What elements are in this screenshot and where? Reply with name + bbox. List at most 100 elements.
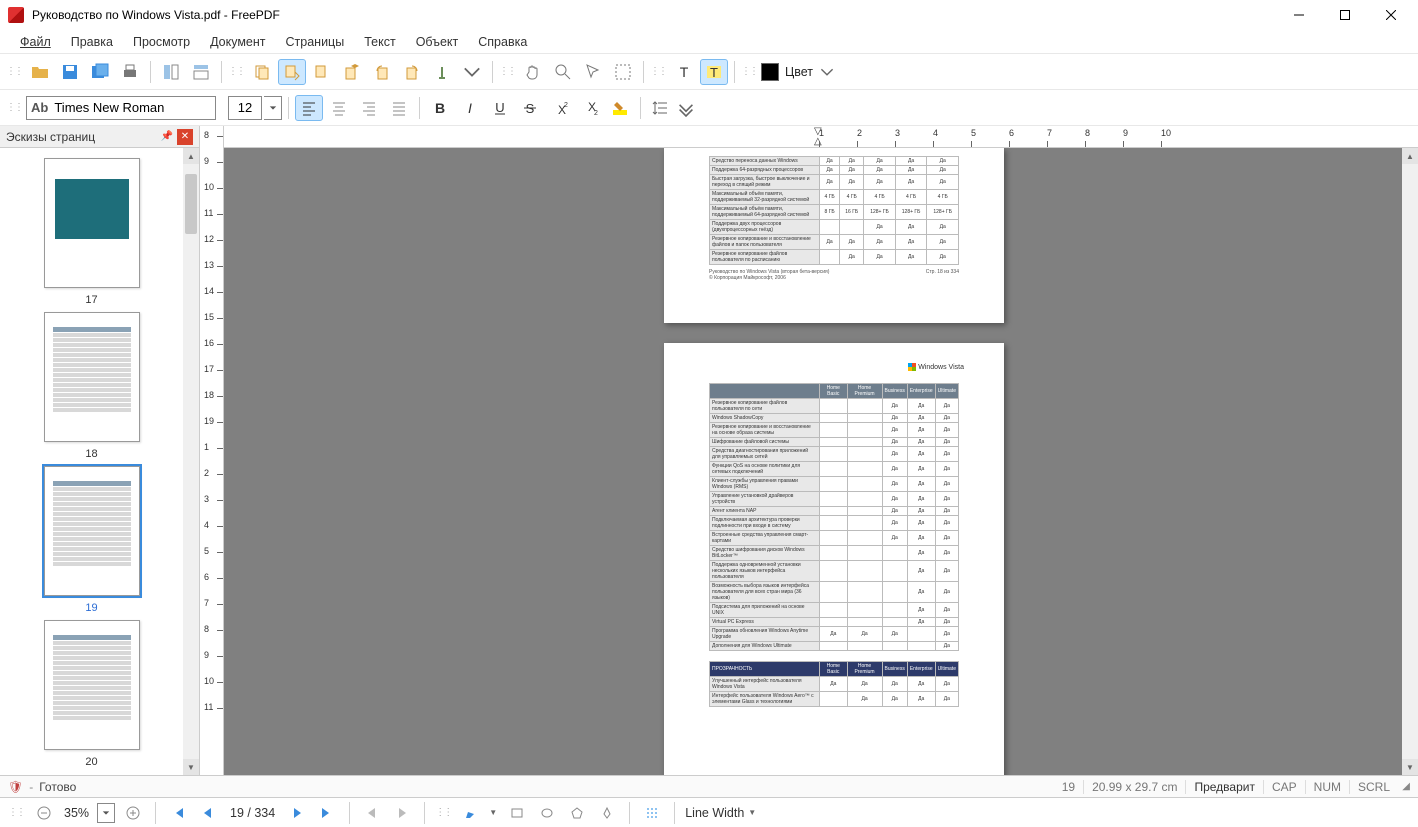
close-panel-button[interactable]: ✕ — [177, 129, 193, 145]
menu-text[interactable]: Текст — [354, 32, 405, 52]
scroll-down-icon[interactable]: ▼ — [183, 759, 199, 775]
nav-back-button[interactable] — [360, 801, 384, 825]
rotate-right-button[interactable] — [398, 59, 426, 85]
select-tool-button[interactable] — [579, 59, 607, 85]
document-page-19: Windows Vista Home BasicHome PremiumBusi… — [664, 343, 1004, 775]
align-right-button[interactable] — [355, 95, 383, 121]
menu-view[interactable]: Просмотр — [123, 32, 200, 52]
menu-edit[interactable]: Правка — [61, 32, 123, 52]
align-center-button[interactable] — [325, 95, 353, 121]
print-button[interactable] — [116, 59, 144, 85]
thumbnail-page-18[interactable] — [44, 312, 140, 442]
page-indicator[interactable]: 19 / 334 — [226, 806, 279, 820]
status-num: NUM — [1305, 780, 1349, 794]
prev-page-button[interactable] — [196, 801, 220, 825]
menu-bar: Файл Правка Просмотр Документ Страницы Т… — [0, 30, 1418, 54]
paste-button[interactable] — [278, 59, 306, 85]
menu-object[interactable]: Объект — [406, 32, 469, 52]
thumbnail-page-17[interactable] — [44, 158, 140, 288]
save-button[interactable] — [56, 59, 84, 85]
subscript-button[interactable]: X2 — [576, 95, 604, 121]
snapshot-button[interactable] — [609, 59, 637, 85]
dropdown-icon[interactable]: ▼ — [489, 808, 499, 817]
menu-pages[interactable]: Страницы — [276, 32, 355, 52]
zoom-value[interactable]: 35% — [62, 806, 91, 820]
svg-text:B: B — [435, 100, 445, 116]
stamp-button[interactable] — [428, 59, 456, 85]
layout-button[interactable] — [187, 59, 215, 85]
feature-table: Home BasicHome PremiumBusinessEnterprise… — [709, 383, 959, 651]
next-page-button[interactable] — [285, 801, 309, 825]
feature-table: Средство переноса данных WindowsДаДаДаДа… — [709, 156, 959, 265]
more-icon[interactable] — [677, 95, 695, 121]
thumbnails-list[interactable]: 17181920 ▲ ▼ — [0, 148, 199, 775]
align-justify-button[interactable] — [385, 95, 413, 121]
workspace: Эскизы страниц 📌 ✕ 17181920 ▲ ▼ 89101112… — [0, 126, 1418, 775]
dropdown-icon[interactable] — [458, 59, 486, 85]
strikethrough-button[interactable]: S — [516, 95, 544, 121]
menu-file[interactable]: Файл — [10, 32, 61, 52]
polygon-tool-button[interactable] — [565, 801, 589, 825]
scroll-up-icon[interactable]: ▲ — [183, 148, 199, 164]
highlight-text-button[interactable]: T — [700, 59, 728, 85]
zoom-in-button[interactable] — [121, 801, 145, 825]
page-viewport[interactable]: Средство переноса данных WindowsДаДаДаДа… — [224, 148, 1418, 775]
nav-forward-button[interactable] — [390, 801, 414, 825]
save-as-button[interactable] — [86, 59, 114, 85]
vertical-scrollbar[interactable]: ▲ ▼ — [1402, 148, 1418, 775]
last-page-button[interactable] — [315, 801, 339, 825]
scroll-up-icon[interactable]: ▲ — [1402, 148, 1418, 164]
document-page-18: Средство переноса данных WindowsДаДаДаДа… — [664, 148, 1004, 323]
zoom-out-button[interactable] — [32, 801, 56, 825]
thumbnails-button[interactable] — [157, 59, 185, 85]
status-bar: 🛡 - Готово 19 20.99 x 29.7 cm Предварит … — [0, 775, 1418, 797]
color-swatch[interactable] — [761, 63, 779, 81]
zoom-dropdown[interactable] — [97, 803, 115, 823]
grip-icon: ⋮⋮ — [650, 66, 666, 77]
hand-tool-button[interactable] — [519, 59, 547, 85]
toolbar-main: ⋮⋮ ⋮⋮ ⋮⋮ ⋮⋮ T T ⋮⋮ Цвет — [0, 54, 1418, 90]
align-left-button[interactable] — [295, 95, 323, 121]
rectangle-tool-button[interactable] — [505, 801, 529, 825]
superscript-button[interactable]: X2 — [546, 95, 574, 121]
font-size-dropdown[interactable] — [264, 96, 282, 120]
thumbnails-scrollbar[interactable]: ▲ ▼ — [183, 148, 199, 775]
maximize-button[interactable] — [1322, 0, 1368, 30]
font-size-input[interactable]: 12 — [228, 96, 262, 120]
thumbnail-page-20[interactable] — [44, 620, 140, 750]
scroll-down-icon[interactable]: ▼ — [1402, 759, 1418, 775]
rotate-left-button[interactable] — [368, 59, 396, 85]
underline-button[interactable]: U — [486, 95, 514, 121]
scrollbar-thumb[interactable] — [185, 174, 197, 234]
menu-help[interactable]: Справка — [468, 32, 537, 52]
svg-text:2: 2 — [564, 102, 568, 109]
italic-button[interactable]: I — [456, 95, 484, 121]
highlight-button[interactable] — [606, 95, 634, 121]
line-spacing-button[interactable] — [647, 95, 675, 121]
grip-icon: ⋮⋮ — [499, 66, 515, 77]
open-button[interactable] — [26, 59, 54, 85]
grid-tool-button[interactable] — [640, 801, 664, 825]
copy-button[interactable] — [248, 59, 276, 85]
resize-grip-icon[interactable]: ◢ — [1398, 781, 1410, 792]
pin-icon[interactable]: 📌 — [159, 129, 175, 145]
dropdown-icon[interactable] — [819, 59, 835, 85]
duplicate-button[interactable] — [338, 59, 366, 85]
thumbnail-page-19[interactable] — [44, 466, 140, 596]
ellipse-tool-button[interactable] — [535, 801, 559, 825]
minimize-button[interactable] — [1276, 0, 1322, 30]
font-name-select[interactable]: AbTimes New Roman — [26, 96, 216, 120]
zoom-tool-button[interactable] — [549, 59, 577, 85]
cut-button[interactable] — [308, 59, 336, 85]
pen-tool-button[interactable] — [595, 801, 619, 825]
window-title: Руководство по Windows Vista.pdf - FreeP… — [32, 8, 280, 22]
pencil-tool-button[interactable] — [459, 801, 483, 825]
line-width-select[interactable]: Line Width ▼ — [685, 806, 756, 820]
thumbnail-label: 18 — [85, 448, 97, 460]
first-page-button[interactable] — [166, 801, 190, 825]
doc-footer-copyright: © Корпорация Майкрософт, 2006 — [709, 275, 829, 281]
bold-button[interactable]: B — [426, 95, 454, 121]
text-tool-button[interactable]: T — [670, 59, 698, 85]
menu-document[interactable]: Документ — [200, 32, 275, 52]
close-button[interactable] — [1368, 0, 1414, 30]
